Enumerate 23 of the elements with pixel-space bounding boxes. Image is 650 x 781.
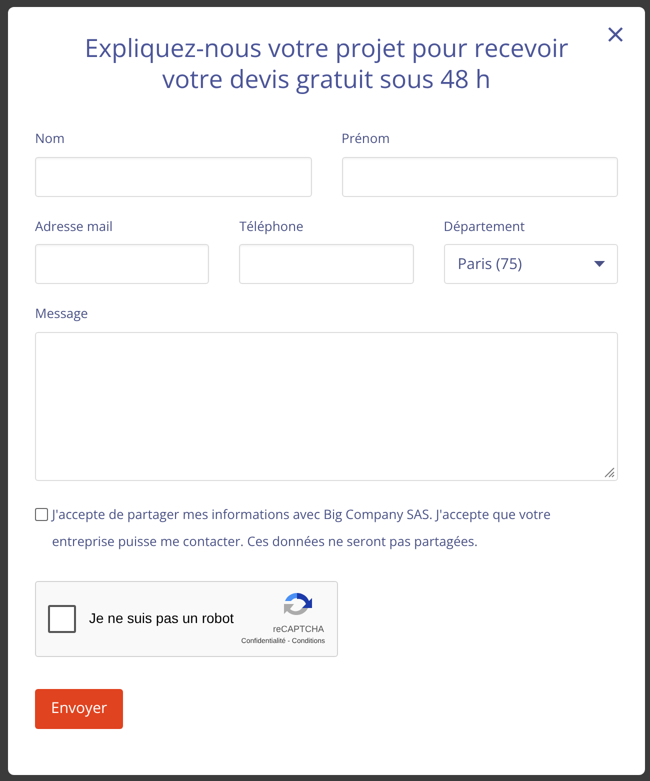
resize-handle-icon xyxy=(603,466,615,478)
consent-text: J'accepte de partager mes informations avec Big Company SAS. J'accepte que votre entreprise puisse me contacter. Ces données ne seront pas partagées. xyxy=(52,504,552,552)
field-label: Message xyxy=(35,304,89,324)
message-field[interactable] xyxy=(35,332,618,480)
field-label: Adresse mail xyxy=(35,216,114,236)
input-field[interactable] xyxy=(35,244,210,284)
modal-title: Expliquez-nous votre projet pour recevoir votre devis gratuit sous 48 h xyxy=(84,33,570,95)
input-field[interactable] xyxy=(35,156,312,196)
field-label: Téléphone xyxy=(239,216,304,236)
close-icon xyxy=(608,27,623,42)
recaptcha-brand: reCAPTCHA xyxy=(272,623,324,636)
captcha-checkbox[interactable] xyxy=(48,604,76,632)
field-label: Prénom xyxy=(342,129,391,148)
input-field[interactable] xyxy=(342,156,618,196)
select-field[interactable]: Paris (75) xyxy=(444,244,618,284)
submit-button[interactable]: Envoyer xyxy=(35,688,124,728)
caret-icon xyxy=(594,261,605,267)
close-button[interactable] xyxy=(608,27,623,42)
field-label: Département xyxy=(444,216,526,236)
captcha-label: Je ne suis pas un robot xyxy=(89,609,234,628)
input-field[interactable] xyxy=(239,244,414,284)
field-label: Nom xyxy=(35,129,66,148)
consent-checkbox[interactable] xyxy=(35,508,48,520)
